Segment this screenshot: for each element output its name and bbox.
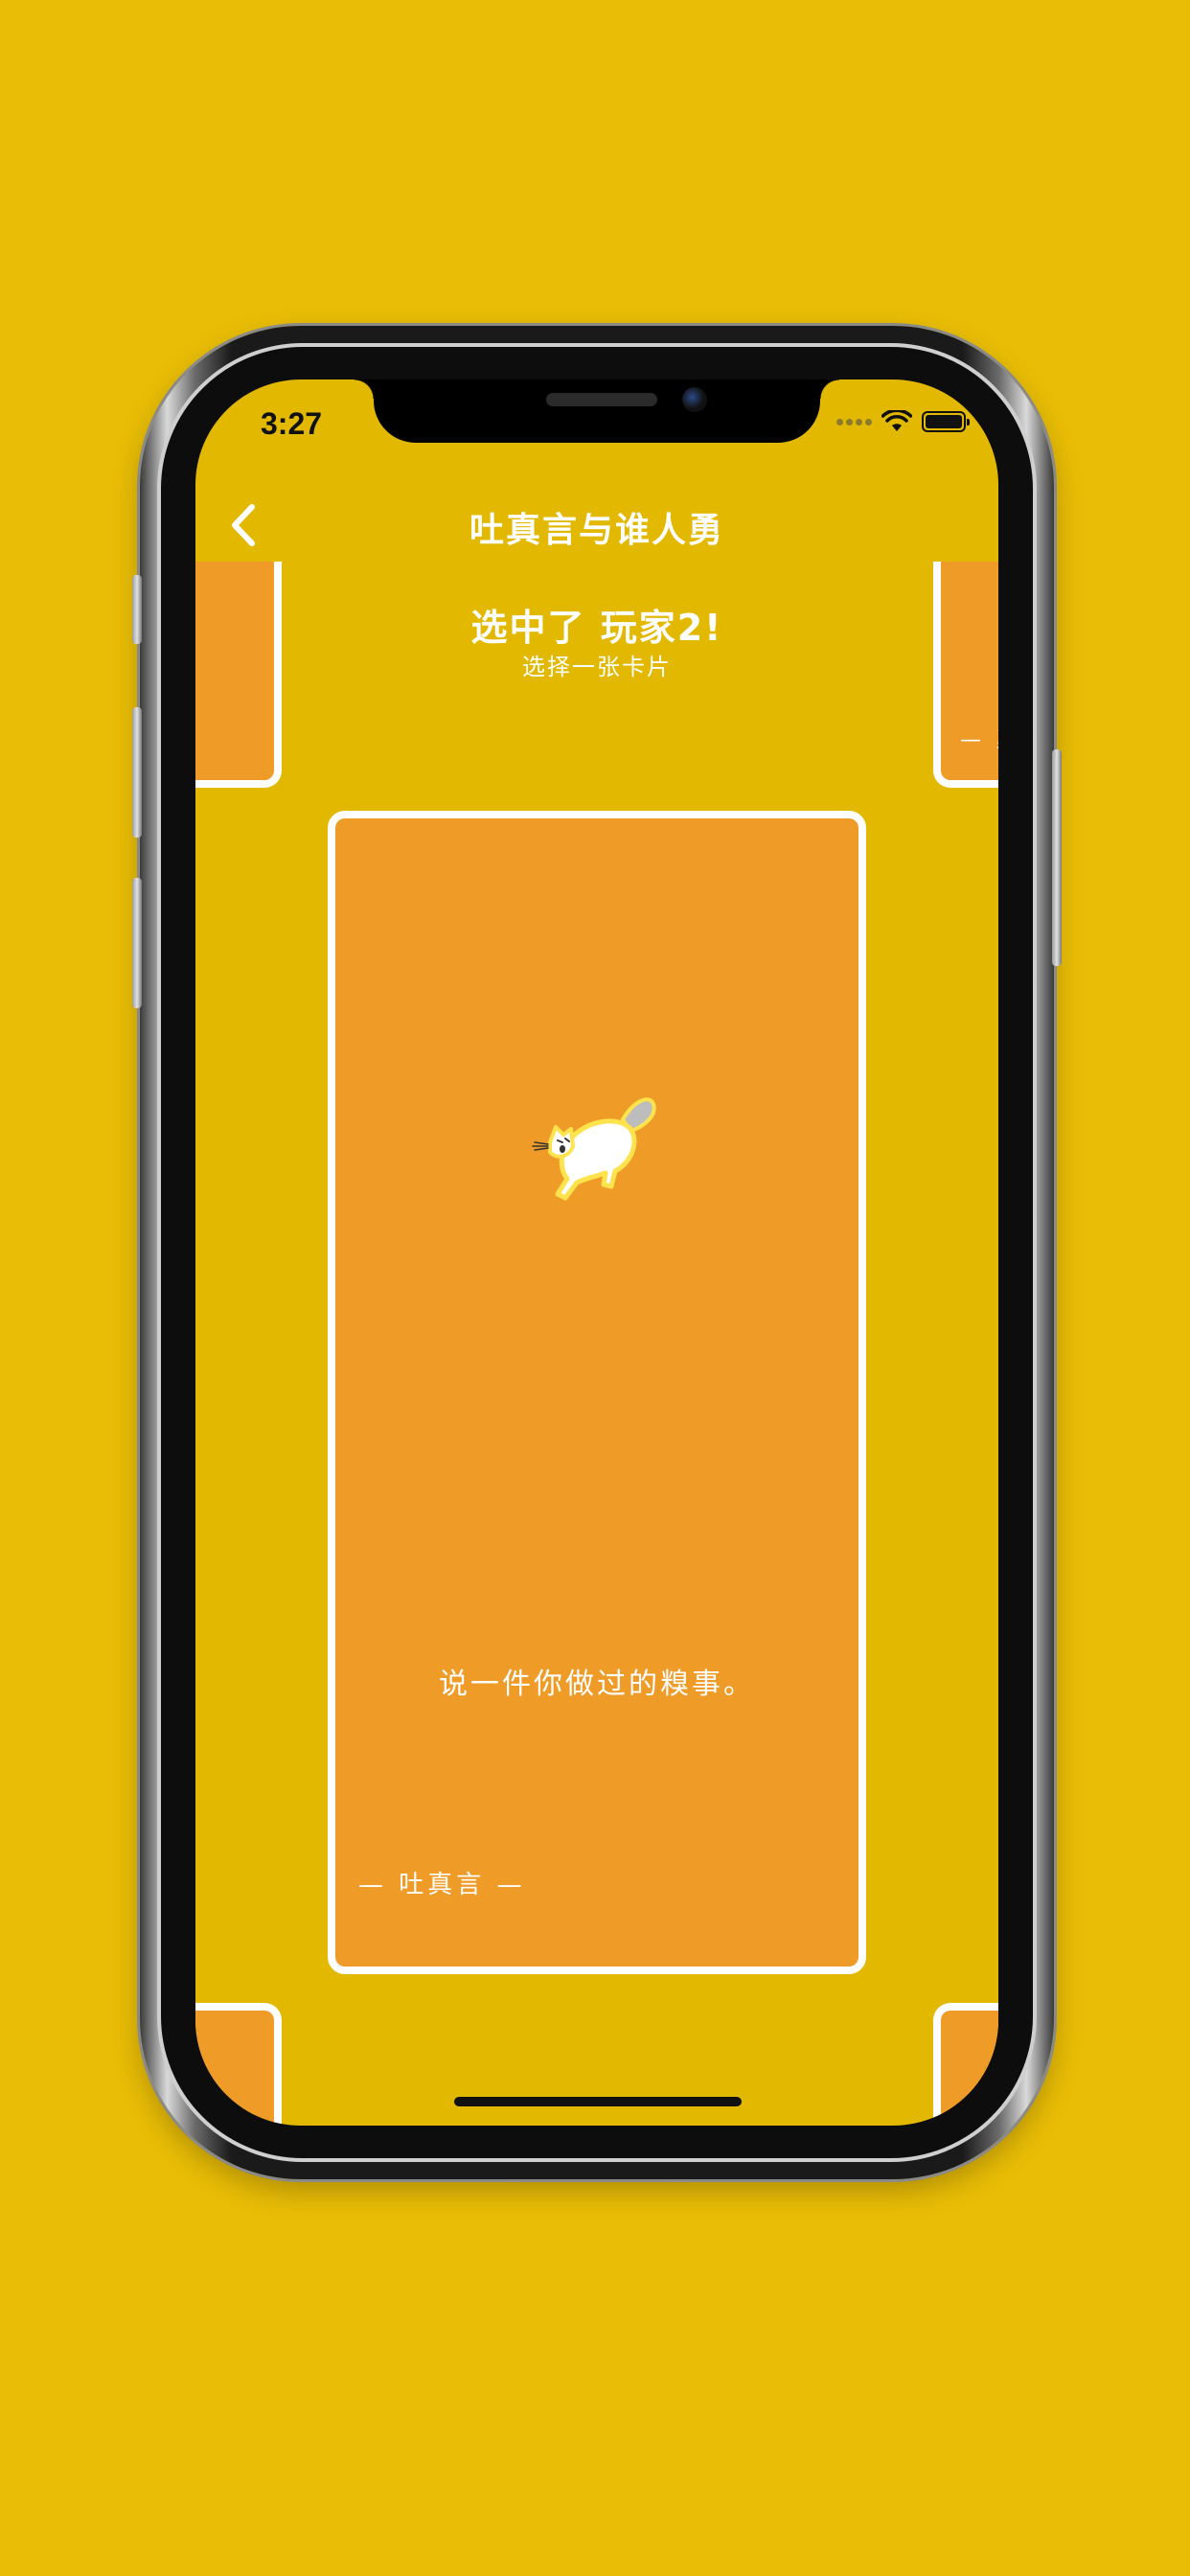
side-card-bottom-left[interactable] bbox=[195, 2003, 282, 2126]
volume-up-button bbox=[132, 707, 142, 838]
volume-down-button bbox=[132, 878, 142, 1008]
home-indicator[interactable] bbox=[454, 2097, 742, 2106]
notch bbox=[355, 380, 839, 443]
selected-player-headline: 选中了 玩家2! bbox=[470, 607, 723, 649]
speaker-grille bbox=[546, 393, 657, 406]
wifi-icon bbox=[881, 410, 912, 431]
page-title: 吐真言与谁人勇 bbox=[469, 511, 724, 550]
card-prompt: 说一件你做过的糗事。 bbox=[439, 1668, 755, 1701]
side-card-tag: — 勇 bbox=[960, 728, 998, 752]
cellular-signal-icon bbox=[836, 418, 872, 426]
cat-icon bbox=[532, 1097, 656, 1201]
battery-icon bbox=[922, 411, 970, 432]
choose-card-subtitle: 选择一张卡片 bbox=[522, 654, 672, 680]
status-icons bbox=[836, 410, 970, 433]
status-time: 3:27 bbox=[261, 406, 323, 441]
side-card-bottom-right[interactable] bbox=[933, 2003, 998, 2126]
card-category-tag: — 吐真言 — bbox=[358, 1871, 526, 1899]
app-screen: — 勇 3:27 吐真言与谁人勇 选中了 玩家2! 选择一张卡片 bbox=[195, 380, 998, 2126]
truth-card[interactable]: 说一件你做过的糗事。 — 吐真言 — bbox=[328, 811, 866, 1974]
silent-switch bbox=[132, 575, 142, 644]
power-button bbox=[1052, 749, 1062, 966]
camera-icon bbox=[682, 387, 707, 412]
